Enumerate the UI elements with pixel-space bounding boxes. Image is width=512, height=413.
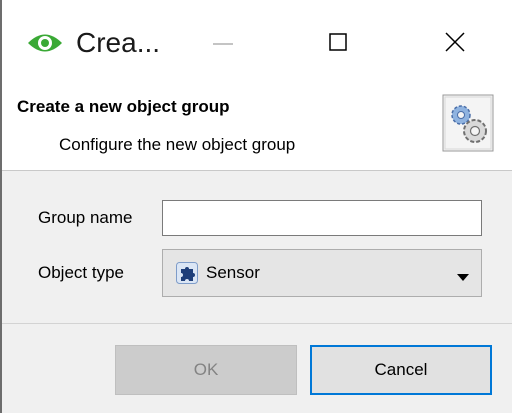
eye-icon [27,30,63,56]
object-type-value: Sensor [206,263,260,282]
close-icon [435,22,475,62]
ok-button[interactable]: OK [115,345,297,395]
puzzle-piece-icon [176,262,198,284]
cancel-button[interactable]: Cancel [310,345,492,395]
close-button[interactable] [435,22,475,62]
button-separator [2,323,512,324]
header-title: Create a new object group [17,97,230,116]
object-type-label: Object type [38,263,124,282]
header-subtitle: Configure the new object group [59,135,296,154]
minimize-button[interactable] [203,22,243,62]
group-name-input[interactable] [162,200,482,236]
chevron-down-icon [457,269,469,281]
maximize-button[interactable] [318,22,358,62]
window-title: Crea... [76,27,161,58]
gears-icon [442,94,494,152]
object-type-dropdown[interactable]: Sensor [162,249,482,297]
minimize-icon [203,22,243,62]
maximize-icon [318,22,358,62]
group-name-label: Group name [38,208,133,227]
